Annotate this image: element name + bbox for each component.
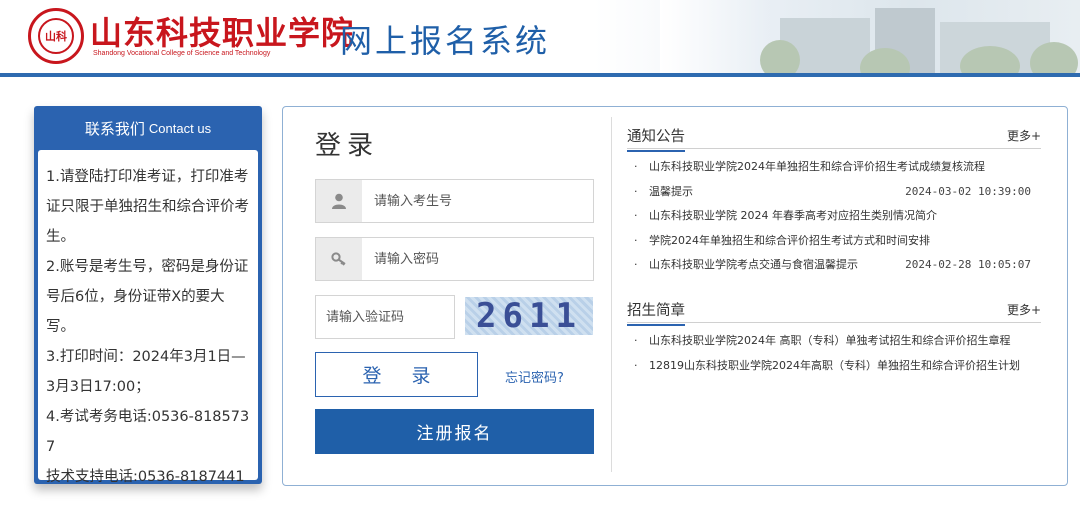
contact-title-en: Contact us <box>148 120 212 136</box>
main-panel: 登录 2611 登 录 忘记密码? 注册报名 通知公告 更多+ <box>282 106 1068 486</box>
vertical-divider <box>611 117 612 472</box>
contact-panel: 联系我们 Contact us 1.请登陆打印准考证，打印准考证只限于单独招生和… <box>34 106 262 485</box>
brochure-list: · 山东科技职业学院2024年 高职（专科）单独考试招生和综合评价招生章程 · 12… <box>627 329 1041 378</box>
campus-banner-image <box>660 0 1080 73</box>
notice-text[interactable]: 山东科技职业学院考点交通与食宿温馨提示 <box>649 258 858 271</box>
brochure-item[interactable]: · 山东科技职业学院2024年 高职（专科）单独考试招生和综合评价招生章程 <box>627 329 1041 354</box>
notices-more-link[interactable]: 更多+ <box>1007 127 1041 144</box>
password-field[interactable] <box>315 237 594 281</box>
contact-title-cn: 联系我们 <box>84 119 145 138</box>
notice-item[interactable]: · 山东科技职业学院考点交通与食宿温馨提示 2024-02-28 10:05:07 <box>627 253 1041 278</box>
notice-item[interactable]: · 学院2024年单独招生和综合评价招生考试方式和时间安排 <box>627 229 1041 254</box>
school-logo-seal: 山科 <box>28 8 84 64</box>
notices-title: 通知公告 <box>627 125 685 152</box>
notice-item[interactable]: · 温馨提示 2024-03-02 10:39:00 <box>627 180 1041 205</box>
captcha-input[interactable] <box>326 306 446 328</box>
site-header: 山科 山东科技职业学院 Shandong Vocational College … <box>0 0 1080 73</box>
contact-line: 4.考试考务电话:0536-8185737 <box>46 409 250 455</box>
brochure-more-link[interactable]: 更多+ <box>1007 301 1041 318</box>
notice-date: 2024-03-02 10:39:00 <box>905 184 1031 198</box>
captcha-field[interactable] <box>315 295 455 339</box>
notice-item[interactable]: · 山东科技职业学院2024年单独招生和综合评价招生考试成绩复核流程 <box>627 155 1041 180</box>
contact-line: 技术支持电话:0536-8187441 <box>46 469 245 485</box>
brochure-item[interactable]: · 12819山东科技职业学院2024年高职（专科）单独招生和综合评价招生计划 <box>627 354 1041 379</box>
login-button[interactable]: 登 录 <box>315 352 478 397</box>
notice-text[interactable]: 山东科技职业学院2024年单独招生和综合评价招生考试成绩复核流程 <box>649 160 985 173</box>
brochure-text[interactable]: 山东科技职业学院2024年 高职（专科）单独考试招生和综合评价招生章程 <box>649 334 1011 347</box>
contact-line: 1.请登陆打印准考证，打印准考证只限于单独招生和综合评价考生。 <box>46 169 249 245</box>
brochure-text[interactable]: 12819山东科技职业学院2024年高职（专科）单独招生和综合评价招生计划 <box>649 359 1020 372</box>
contact-header: 联系我们 Contact us <box>34 106 262 150</box>
notice-date: 2024-02-28 10:05:07 <box>905 258 1031 271</box>
brochure-section: 招生简章 更多+ · 山东科技职业学院2024年 高职（专科）单独考试招生和综合评… <box>627 295 1041 378</box>
notice-text[interactable]: 学院2024年单独招生和综合评价招生考试方式和时间安排 <box>649 234 930 247</box>
register-button[interactable]: 注册报名 <box>315 409 594 454</box>
brochure-header: 招生简章 更多+ <box>627 295 1041 326</box>
contact-line: 3.打印时间：2024年3月1日—3月3日17:00； <box>46 349 246 395</box>
forgot-password-link[interactable]: 忘记密码? <box>505 367 564 386</box>
notice-item[interactable]: · 山东科技职业学院 2024 年春季高考对应招生类别情况简介 <box>627 204 1041 229</box>
key-icon <box>316 238 362 280</box>
brochure-title: 招生简章 <box>627 299 685 326</box>
username-input[interactable] <box>374 190 574 212</box>
captcha-image[interactable]: 2611 <box>465 296 593 336</box>
password-input[interactable] <box>374 248 574 270</box>
contact-line: 2.账号是考生号，密码是身份证号后6位，身份证带X的要大写。 <box>46 259 249 335</box>
username-field[interactable] <box>315 179 594 223</box>
notices-list: · 山东科技职业学院2024年单独招生和综合评价招生考试成绩复核流程 · 温馨提示 2… <box>627 155 1041 278</box>
notice-text[interactable]: 温馨提示 <box>649 185 693 198</box>
notices-header: 通知公告 更多+ <box>627 121 1041 152</box>
header-divider <box>0 73 1080 77</box>
notices-section: 通知公告 更多+ · 山东科技职业学院2024年单独招生和综合评价招生考试成绩复核… <box>627 121 1041 278</box>
login-title: 登录 <box>315 131 380 161</box>
user-icon <box>316 180 362 222</box>
notice-text[interactable]: 山东科技职业学院 2024 年春季高考对应招生类别情况简介 <box>649 209 937 222</box>
school-name: 山东科技职业学院 <box>90 14 355 52</box>
contact-body: 1.请登陆打印准考证，打印准考证只限于单独招生和综合评价考生。 2.账号是考生号… <box>38 150 258 485</box>
school-name-en: Shandong Vocational College of Science a… <box>93 50 271 57</box>
system-title: 网上报名系统 <box>340 22 551 60</box>
